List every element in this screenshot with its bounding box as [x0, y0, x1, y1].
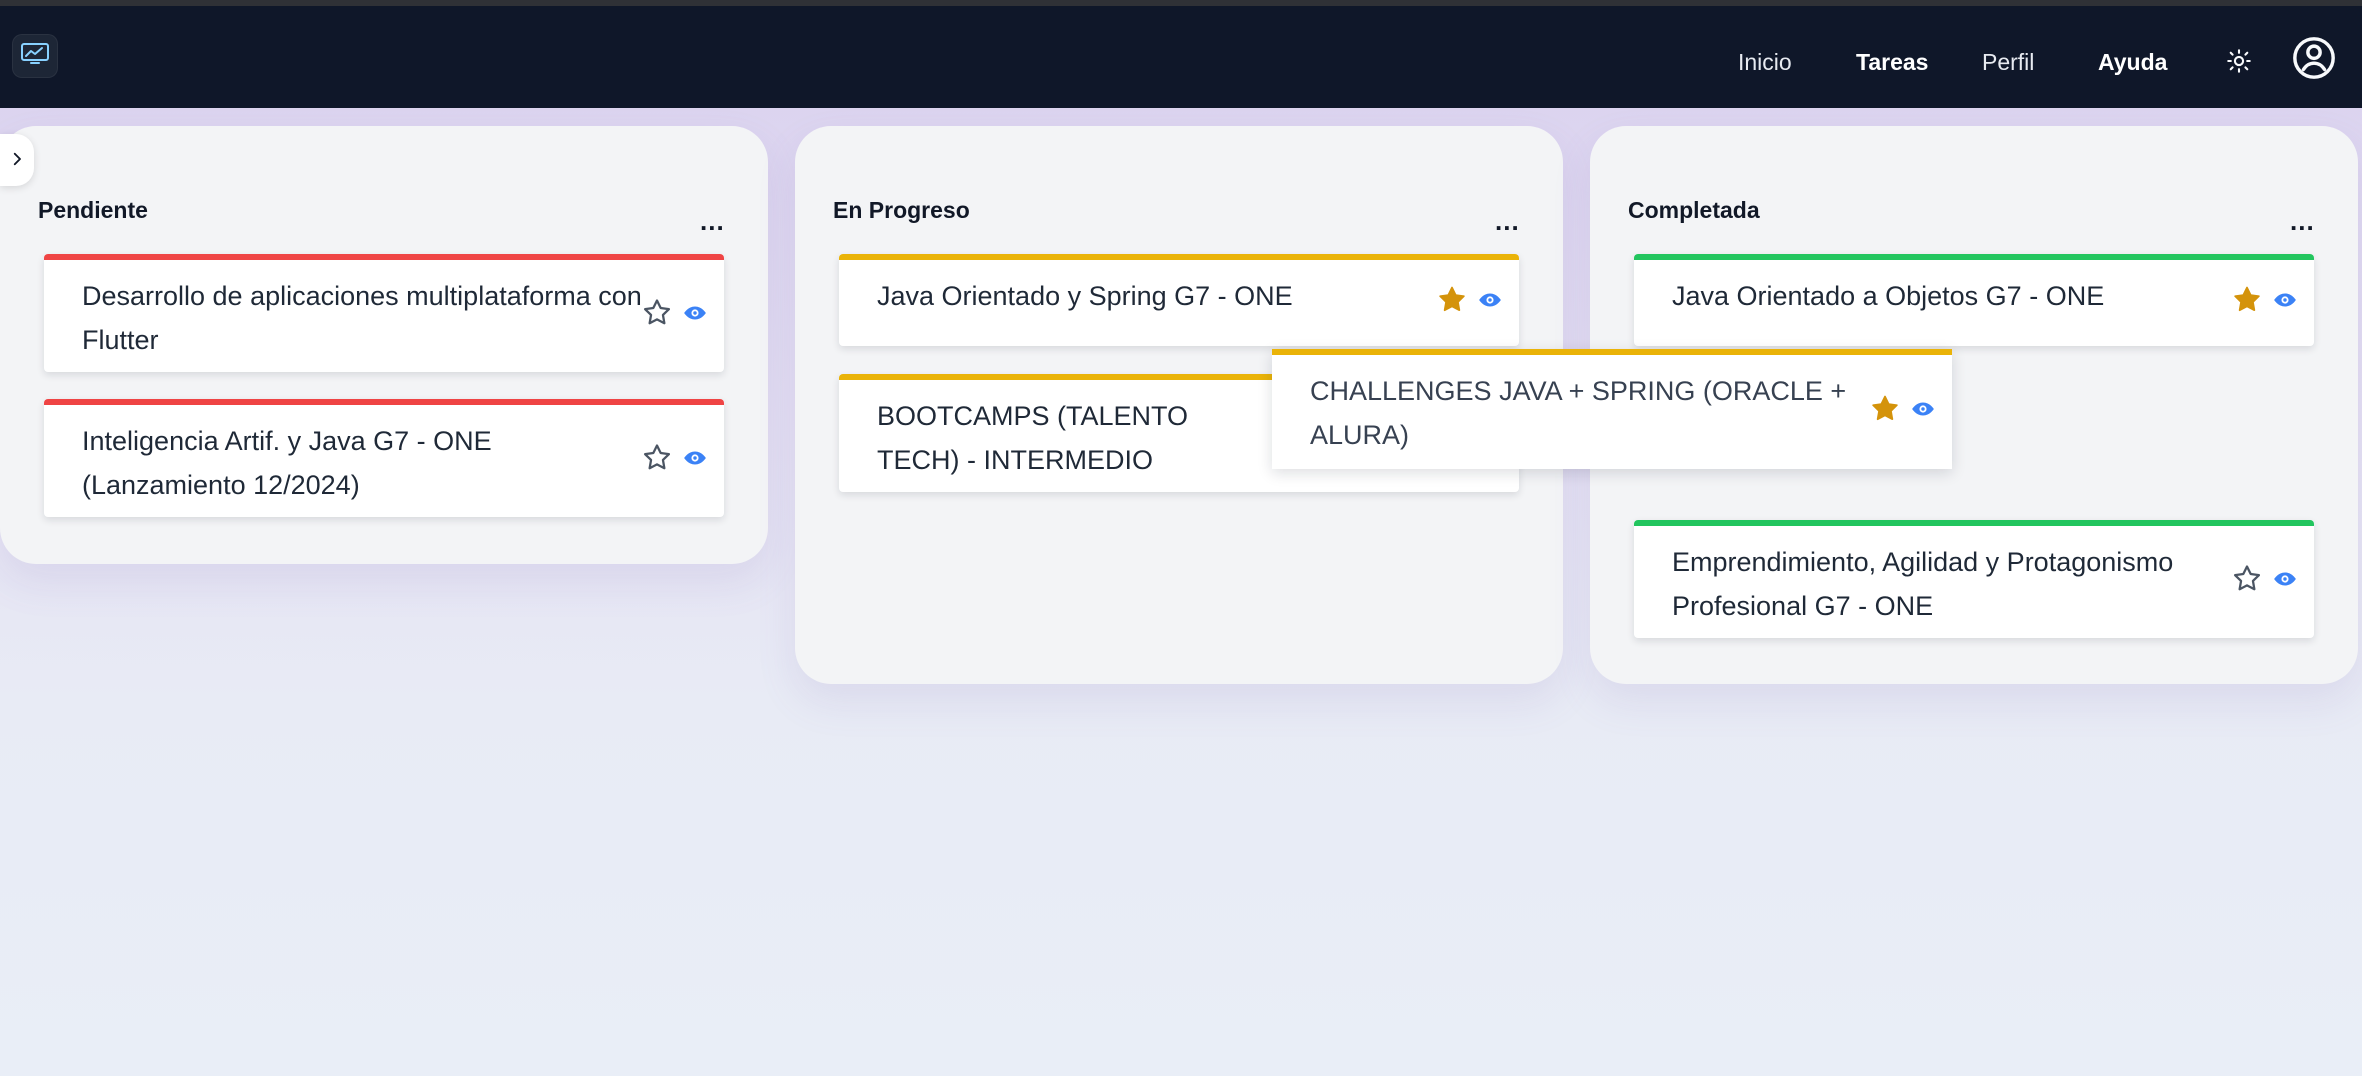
task-title: BOOTCAMPS (TALENTO TECH) - INTERMEDIO: [877, 401, 1189, 475]
star-outline-icon[interactable]: [640, 296, 674, 330]
column-pendiente: Pendiente ... Desarrollo de aplicaciones…: [0, 126, 768, 564]
column-title: Completada: [1628, 197, 1760, 223]
eye-icon[interactable]: [2272, 287, 2298, 313]
task-actions: [1435, 283, 1503, 317]
profile-button[interactable]: [2290, 36, 2338, 84]
task-title: Emprendimiento, Agilidad y Protagonismo …: [1672, 547, 2174, 621]
column-menu-button[interactable]: ...: [1495, 208, 1520, 234]
eye-icon[interactable]: [1910, 396, 1936, 422]
sidebar-toggle-button[interactable]: [0, 134, 34, 186]
nav-link-perfil[interactable]: Perfil: [1982, 48, 2034, 76]
dragging-task-card[interactable]: CHALLENGES JAVA + SPRING (ORACLE + ALURA…: [1272, 349, 1952, 469]
eye-icon[interactable]: [682, 445, 708, 471]
chart-monitor-icon: [20, 42, 50, 71]
task-actions: [640, 296, 708, 330]
chevron-right-icon: [8, 150, 26, 171]
star-outline-icon[interactable]: [640, 441, 674, 475]
eye-icon[interactable]: [2272, 566, 2298, 592]
task-card[interactable]: Desarrollo de aplicaciones multiplatafor…: [44, 254, 724, 372]
task-actions: [640, 441, 708, 475]
nav-link-inicio[interactable]: Inicio: [1738, 48, 1792, 76]
task-card[interactable]: Inteligencia Artif. y Java G7 - ONE (Lan…: [44, 399, 724, 517]
task-actions: [2230, 562, 2298, 596]
nav-link-tareas[interactable]: Tareas: [1856, 48, 1928, 76]
task-card[interactable]: Emprendimiento, Agilidad y Protagonismo …: [1634, 520, 2314, 638]
task-title: Desarrollo de aplicaciones multiplatafor…: [82, 281, 642, 355]
task-title: CHALLENGES JAVA + SPRING (ORACLE + ALURA…: [1310, 376, 1847, 450]
column-menu-button[interactable]: ...: [700, 208, 725, 234]
nav-link-ayuda[interactable]: Ayuda: [2098, 48, 2167, 76]
task-title: Inteligencia Artif. y Java G7 - ONE (Lan…: [82, 426, 492, 500]
gear-icon: [2225, 47, 2253, 80]
star-outline-icon[interactable]: [2230, 562, 2264, 596]
user-circle-icon: [2291, 35, 2337, 86]
task-title: Java Orientado y Spring G7 - ONE: [877, 281, 1293, 311]
star-filled-icon[interactable]: [1868, 392, 1902, 426]
star-filled-icon[interactable]: [2230, 283, 2264, 317]
star-filled-icon[interactable]: [1435, 283, 1469, 317]
column-title: En Progreso: [833, 197, 970, 223]
column-title: Pendiente: [38, 197, 148, 223]
task-title: Java Orientado a Objetos G7 - ONE: [1672, 281, 2105, 311]
task-card[interactable]: Java Orientado a Objetos G7 - ONE: [1634, 254, 2314, 346]
settings-button[interactable]: [2222, 46, 2256, 80]
task-actions: [1868, 392, 1936, 426]
eye-icon[interactable]: [1477, 287, 1503, 313]
app-logo[interactable]: [12, 34, 58, 78]
task-actions: [2230, 283, 2298, 317]
column-menu-button[interactable]: ...: [2290, 208, 2315, 234]
task-card[interactable]: Java Orientado y Spring G7 - ONE: [839, 254, 1519, 346]
eye-icon[interactable]: [682, 300, 708, 326]
top-navbar: Inicio Tareas Perfil Ayuda: [0, 6, 2362, 108]
